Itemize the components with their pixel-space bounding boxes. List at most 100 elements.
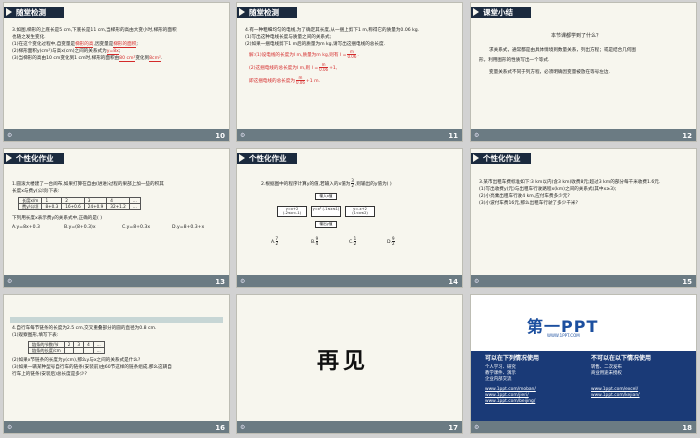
flow-input-box: 输入x值: [315, 193, 337, 200]
gear-icon: ⚙: [240, 132, 246, 139]
question-line: (1)在这个变化过程中,自变量是梯形的高,因变量是梯形的面积;: [12, 42, 138, 48]
slide-number: 13: [215, 278, 225, 286]
flow-output-box: 输出y值: [315, 221, 337, 228]
choice-b: B.y=(8+0.3)x: [64, 225, 96, 230]
gear-icon: ⚙: [7, 424, 13, 431]
flow-branch-box: y=x+2 (-2≤x<-1): [277, 206, 307, 217]
question-text: (3)小波付车费16元,那么出租车行驶了多少千米?: [479, 201, 578, 206]
choice-a: A.y=8x+0.3: [12, 225, 40, 230]
slide-footer: ⚙ 17: [237, 421, 462, 433]
question-text: 下列用长度x表示费y的关系式中,正确的是( ): [12, 216, 103, 221]
section-tab-label: 个性化作业: [16, 154, 54, 163]
usage-line: 商业用途未授权: [591, 371, 622, 376]
choice-d: D.y=8+0.3+x: [172, 225, 205, 230]
arrow-icon: [6, 8, 12, 16]
question-text: 4.自行车每节链条的长度为2.5 cm,交叉重叠部分的圆的直径为0.8 cm.: [12, 326, 157, 331]
summary-text: 变量关系式不同于列方程，必须明确因变量被放在等号左边.: [489, 70, 610, 75]
resource-link[interactable]: www.1ppt.com/beijing/: [485, 399, 535, 405]
section-tab: 随堂检测: [4, 7, 64, 18]
answer-line: (2)这捆电线的总长度为l m,则 l = m 0.06 +1,: [249, 62, 338, 72]
section-tab-label: 课堂小结: [483, 8, 513, 17]
slide-number: 10: [215, 132, 225, 140]
slide-14-thumbnail[interactable]: 个性化作业 2.根据图中的程序计算y的值,若输入的x值为 3 2 ,则输出的y值为( …: [236, 148, 463, 288]
table-row: 链条的长度/cm...: [28, 347, 105, 354]
section-tab-label: 随堂检测: [249, 8, 279, 17]
slide-13-thumbnail[interactable]: 个性化作业 1.圆滚大楼建了一台阅布,如果打算在自由(进进)过程的果部上加一些的…: [3, 148, 230, 288]
data-table: 长度x/m 1 2 3 4... 费y/公顷 8+0.3 16+0.6 24+0.9 32+1.…: [17, 197, 141, 210]
usage-line: 企业内部交流: [485, 377, 512, 382]
slide-16-thumbnail[interactable]: 4.自行车每节链条的长度为2.5 cm,交叉重叠部分的圆的直径为0.8 cm. …: [3, 294, 230, 434]
section-tab: 个性化作业: [237, 153, 297, 164]
slide-number: 16: [215, 424, 225, 432]
slide-11-thumbnail[interactable]: 随堂检测 4.有一种粗细均匀的电线,为了确定其长度,从一捆上剪下1 m,称得它的…: [236, 2, 463, 142]
section-tab: 个性化作业: [4, 153, 64, 164]
choice-b: B. 9 4: [311, 236, 319, 246]
summary-text: 形，利用图形的性质写出一个等式.: [479, 58, 550, 63]
resource-link[interactable]: www.1ppt.com/kejian/: [591, 393, 640, 399]
slide-number: 11: [448, 132, 458, 140]
section-tab-label: 个性化作业: [483, 154, 521, 163]
flow-branch-box: y=x² (-1≤x≤1): [311, 206, 341, 217]
question-text: 1.圆滚大楼建了一台阅布,如果打算在自由(进进)过程的果部上加一些的积其: [12, 182, 164, 187]
brand-url: WWW.1PPT.COM: [547, 333, 580, 338]
slide-number: 15: [682, 278, 692, 286]
slide-footer: ⚙ 10: [4, 129, 229, 141]
slide-footer: ⚙ 12: [471, 129, 696, 141]
slide-footer: ⚙ 15: [471, 275, 696, 287]
data-table: 链条的节数/节 2 3 4... 链条的长度/cm...: [28, 341, 105, 354]
answer-text: 8cm²: [149, 56, 161, 62]
slide-footer: ⚙ 14: [237, 275, 462, 287]
question-line: 2.根据图中的程序计算y的值,若输入的x值为 3 2 ,则输出的y值为( ): [261, 178, 392, 188]
section-tab: 个性化作业: [471, 153, 531, 164]
question-text: 长度x与费y(公顷)下表:: [12, 189, 60, 194]
slide-footer: ⚙ 16: [4, 421, 229, 433]
slide-number: 18: [682, 424, 692, 432]
question-text: (2)如果x节链条的长度为y(cm),那么y与x之间的关系式是什么?: [12, 358, 141, 363]
question-text: (1)写出收费y(元)与出租车行驶路程x(km)之间的关系式(其中x≥3);: [479, 187, 617, 192]
gear-icon: ⚙: [474, 424, 480, 431]
choice-a: A. 7 2: [271, 236, 279, 246]
question-text: 3.某市出租车费标准如下:3 km以内(含3 km)收费8元;超过3 km的部分…: [479, 180, 661, 185]
question-line: (2)梯形面积y(cm²)与高x(cm)之间的关系式为y=8x;: [12, 49, 121, 55]
slide-10-thumbnail[interactable]: 随堂检测 3.如图,梯形的上底长是5 cm,下底长是11 cm,当梯形的高由大变…: [3, 2, 230, 142]
slide-number: 17: [448, 424, 458, 432]
answer-line: 即这捆电线的总长度为 m 0.06 +1 m.: [249, 75, 321, 85]
slide-12-thumbnail[interactable]: 课堂小结 本节课都学到了什么？ 求关系式，通常都是由具体情境到数量关系，列出方程…: [470, 2, 697, 142]
usage-panel: 可以在下列情况使用 不可以在以下情况使用 个人学习、研究 教学课件、演示 企业内…: [471, 351, 696, 423]
slide-number: 14: [448, 278, 458, 286]
section-tab-label: 随堂检测: [16, 8, 46, 17]
summary-question: 本节课都学到了什么？: [551, 33, 602, 39]
question-text: (2)小亮乘出租车行驶4 km,应付车费多少元?: [479, 194, 570, 199]
question-text: 4.有一种粗细均匀的电线,为了确定其长度,从一捆上剪下1 m,称得它的质量为0.…: [245, 28, 420, 33]
logo-area: 第一PPT WWW.1PPT.COM: [471, 295, 696, 351]
gear-icon: ⚙: [7, 132, 13, 139]
question-line: (3)当梯形的高由10 cm变化到1 cm时,梯形的面积由80 cm²变化到8c…: [12, 56, 163, 62]
question-text: 行车上的链条(安装后)总长度是多少?: [12, 372, 87, 377]
header-band: [10, 317, 223, 323]
slide-15-thumbnail[interactable]: 个性化作业 3.某市出租车费标准如下:3 km以内(含3 km)收费8元;超过3…: [470, 148, 697, 288]
summary-text: 求关系式，通常都是由具体情境到数量关系，列出方程；或是结合几何图: [489, 48, 637, 53]
arrow-icon: [473, 8, 479, 16]
gear-icon: ⚙: [474, 278, 480, 285]
slide-footer: ⚙ 11: [237, 129, 462, 141]
slide-footer: ⚙ 18: [471, 421, 696, 433]
question-text: (2)如果一捆电线剪下1 m后的质量为m kg,请写出这捆电线的总长度.: [245, 42, 386, 47]
choice-d: D. 9 2: [387, 236, 395, 246]
arrow-icon: [473, 154, 479, 162]
gear-icon: ⚙: [240, 278, 246, 285]
goodbye-text: 再见: [317, 348, 370, 374]
section-tab: 课堂小结: [471, 7, 531, 18]
question-text: 3.如图,梯形的上底长是5 cm,下底长是11 cm,当梯形的高由大变小时,梯形…: [12, 28, 177, 33]
arrow-icon: [239, 154, 245, 162]
table-row: 费y/公顷 8+0.3 16+0.6 24+0.9 32+1.2...: [17, 203, 141, 210]
gear-icon: ⚙: [7, 278, 13, 285]
usage-allowed-title: 可以在下列情况使用: [485, 355, 540, 362]
section-tab: 随堂检测: [237, 7, 297, 18]
slide-18-thumbnail[interactable]: 第一PPT WWW.1PPT.COM 可以在下列情况使用 不可以在以下情况使用 …: [470, 294, 697, 434]
question-text: 也随之发生变化.: [12, 35, 46, 40]
flow-branch-box: y=-x+2 (1<x≤2): [345, 206, 375, 217]
slide-17-thumbnail[interactable]: 再见 ⚙ 17: [236, 294, 463, 434]
gear-icon: ⚙: [240, 424, 246, 431]
arrow-icon: [6, 154, 12, 162]
usage-forbidden-title: 不可以在以下情况使用: [591, 355, 652, 362]
